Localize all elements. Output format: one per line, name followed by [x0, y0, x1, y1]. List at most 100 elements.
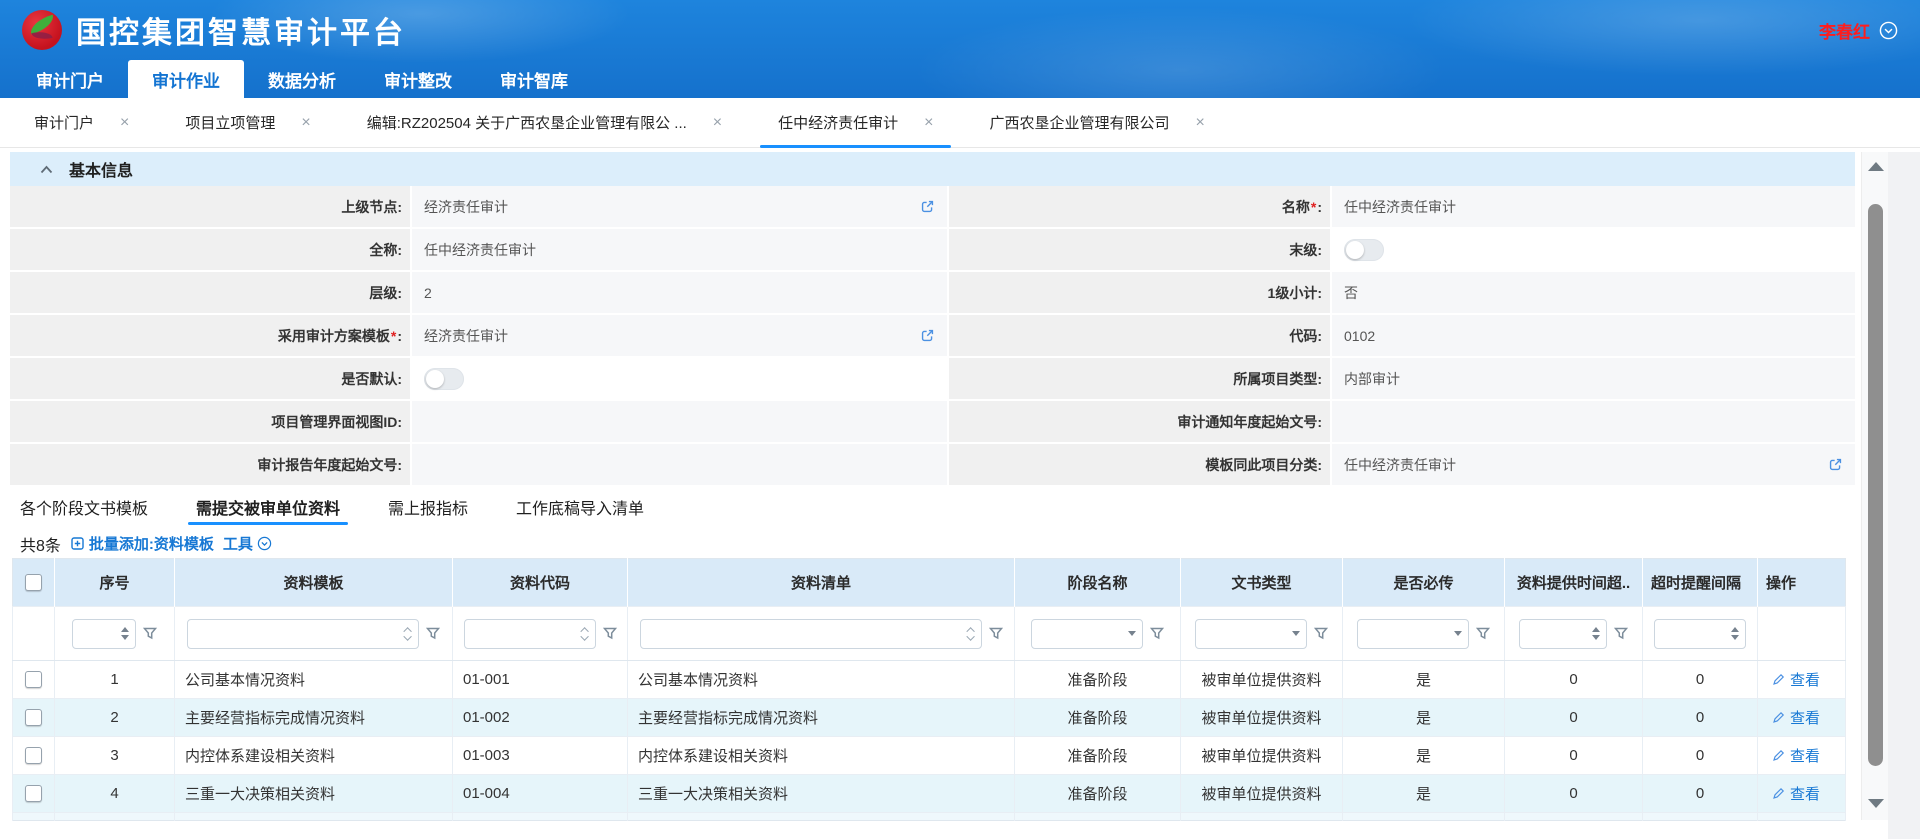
scrollbar-thumb[interactable]: [1868, 204, 1883, 766]
seq-filter-input[interactable]: [72, 619, 136, 649]
nav-item-audit-knowledge[interactable]: 审计智库: [476, 60, 592, 98]
filter-funnel-icon[interactable]: [1614, 627, 1628, 640]
doc-tab-incumbency-audit[interactable]: 任中经济责任审计×: [750, 98, 961, 147]
filter-row: [13, 607, 1846, 661]
doc-tab-project-approval[interactable]: 项目立项管理×: [157, 98, 338, 147]
field-label-parent-node: 上级节点:: [10, 186, 410, 227]
field-template-category[interactable]: 任中经济责任审计: [1332, 444, 1855, 485]
cell-overdue: 0: [1505, 737, 1643, 775]
nav-item-audit-rectify[interactable]: 审计整改: [360, 60, 476, 98]
field-audit-plan-template[interactable]: 经济责任审计: [412, 315, 947, 356]
external-link-icon[interactable]: [1828, 457, 1843, 472]
subtab-workpaper-import[interactable]: 工作底稿导入清单: [516, 485, 644, 529]
col-header-doc-type: 文书类型: [1181, 559, 1343, 607]
close-icon[interactable]: ×: [1196, 115, 1205, 131]
remind-filter-input[interactable]: [1654, 619, 1746, 649]
field-parent-node[interactable]: 经济责任审计: [412, 186, 947, 227]
field-notice-doc-no[interactable]: [1332, 401, 1855, 442]
user-name: 李春红: [1819, 18, 1870, 43]
collapse-chevron-up-icon[interactable]: [40, 165, 53, 174]
external-link-icon[interactable]: [920, 328, 935, 343]
cell-phase: 准备阶段: [1015, 661, 1181, 699]
filter-funnel-icon[interactable]: [1150, 627, 1164, 640]
vertical-scrollbar[interactable]: [1861, 152, 1888, 820]
cell-code: 01-003: [453, 737, 628, 775]
nav-item-audit-work[interactable]: 审计作业: [128, 60, 244, 98]
row-checkbox[interactable]: [25, 747, 42, 764]
batch-add-button[interactable]: 批量添加:资料模板: [70, 533, 214, 554]
close-icon[interactable]: ×: [120, 115, 129, 131]
view-link[interactable]: 查看: [1790, 783, 1820, 804]
user-menu[interactable]: 李春红: [1819, 18, 1898, 43]
external-link-icon[interactable]: [920, 199, 935, 214]
app-logo-icon: [22, 10, 62, 50]
field-pm-view-id[interactable]: [412, 401, 947, 442]
required-filter-select[interactable]: [1357, 619, 1469, 649]
view-link[interactable]: 查看: [1790, 669, 1820, 690]
filter-funnel-icon[interactable]: [989, 627, 1003, 640]
subtab-auditee-materials[interactable]: 需提交被审单位资料: [196, 485, 340, 529]
cell-code: 01-001: [453, 661, 628, 699]
leaf-level-toggle[interactable]: [1344, 239, 1384, 261]
table-header-row: 序号 资料模板 资料代码 资料清单 阶段名称 文书类型 是否必传 资料提供时间超…: [13, 559, 1846, 607]
doc-type-filter-select[interactable]: [1195, 619, 1307, 649]
col-header-actions: 操作: [1758, 559, 1846, 607]
plus-square-icon: [70, 536, 85, 551]
cell-phase: 准备阶段: [1015, 737, 1181, 775]
row-checkbox[interactable]: [25, 671, 42, 688]
phase-filter-select[interactable]: [1031, 619, 1143, 649]
field-label-name: 名称*:: [949, 186, 1330, 227]
field-level1-subtotal[interactable]: 否: [1332, 272, 1855, 313]
filter-funnel-icon[interactable]: [426, 627, 440, 640]
user-chevron-down-icon[interactable]: [1879, 21, 1898, 40]
nav-item-data-analysis[interactable]: 数据分析: [244, 60, 360, 98]
is-default-toggle[interactable]: [424, 368, 464, 390]
cell-overdue: 0: [1505, 775, 1643, 813]
col-header-remind: 超时提醒间隔: [1643, 559, 1758, 607]
scroll-down-arrow-icon[interactable]: [1868, 799, 1884, 808]
template-filter-combobox[interactable]: [187, 619, 419, 649]
view-link[interactable]: 查看: [1790, 745, 1820, 766]
document-tab-bar: 审计门户× 项目立项管理× 编辑:RZ202504 关于广西农垦企业管理有限公 …: [0, 98, 1920, 148]
field-full-name[interactable]: 任中经济责任审计: [412, 229, 947, 270]
code-filter-combobox[interactable]: [464, 619, 596, 649]
col-header-code: 资料代码: [453, 559, 628, 607]
doc-tab-guangxi-company[interactable]: 广西农垦企业管理有限公司×: [961, 98, 1232, 147]
overdue-filter-input[interactable]: [1519, 619, 1607, 649]
cell-remind: 0: [1643, 737, 1758, 775]
doc-tab-audit-portal[interactable]: 审计门户×: [6, 98, 157, 147]
row-checkbox[interactable]: [25, 785, 42, 802]
field-label-is-default: 是否默认:: [10, 358, 410, 399]
filter-funnel-icon[interactable]: [603, 627, 617, 640]
row-checkbox[interactable]: [25, 709, 42, 726]
cell-remind: 0: [1643, 661, 1758, 699]
table-row: 2 主要经营指标完成情况资料 01-002 主要经营指标完成情况资料 准备阶段 …: [13, 699, 1846, 737]
nav-item-audit-portal[interactable]: 审计门户: [12, 60, 128, 98]
filter-funnel-icon[interactable]: [1476, 627, 1490, 640]
list-filter-combobox[interactable]: [640, 619, 982, 649]
basic-info-section-header[interactable]: 基本信息: [10, 152, 1855, 186]
view-link[interactable]: 查看: [1790, 707, 1820, 728]
tools-menu-button[interactable]: 工具: [223, 533, 272, 554]
filter-funnel-icon[interactable]: [1314, 627, 1328, 640]
field-label-level: 层级:: [10, 272, 410, 313]
field-code[interactable]: 0102: [1332, 315, 1855, 356]
basic-info-form: 上级节点: 经济责任审计 名称*: 任中经济责任审计 全称: 任中经济责任审计 …: [10, 186, 1855, 485]
scroll-up-arrow-icon[interactable]: [1868, 162, 1884, 171]
cell-phase: 准备阶段: [1015, 775, 1181, 813]
subtab-report-indicators[interactable]: 需上报指标: [388, 485, 468, 529]
filter-funnel-icon[interactable]: [143, 627, 157, 640]
field-level[interactable]: 2: [412, 272, 947, 313]
close-icon[interactable]: ×: [301, 115, 310, 131]
field-project-type[interactable]: 内部审计: [1332, 358, 1855, 399]
cell-list: 主要经营指标完成情况资料: [628, 699, 1015, 737]
field-report-doc-no[interactable]: [412, 444, 947, 485]
close-icon[interactable]: ×: [713, 115, 722, 131]
subtab-stage-doc-templates[interactable]: 各个阶段文书模板: [20, 485, 148, 529]
close-icon[interactable]: ×: [924, 115, 933, 131]
select-all-checkbox[interactable]: [25, 574, 42, 591]
field-name[interactable]: 任中经济责任审计: [1332, 186, 1855, 227]
field-label-leaf-level: 末级:: [949, 229, 1330, 270]
app-title: 国控集团智慧审计平台: [76, 8, 406, 52]
doc-tab-edit-rz202504[interactable]: 编辑:RZ202504 关于广西农垦企业管理有限公 ...×: [339, 98, 750, 147]
